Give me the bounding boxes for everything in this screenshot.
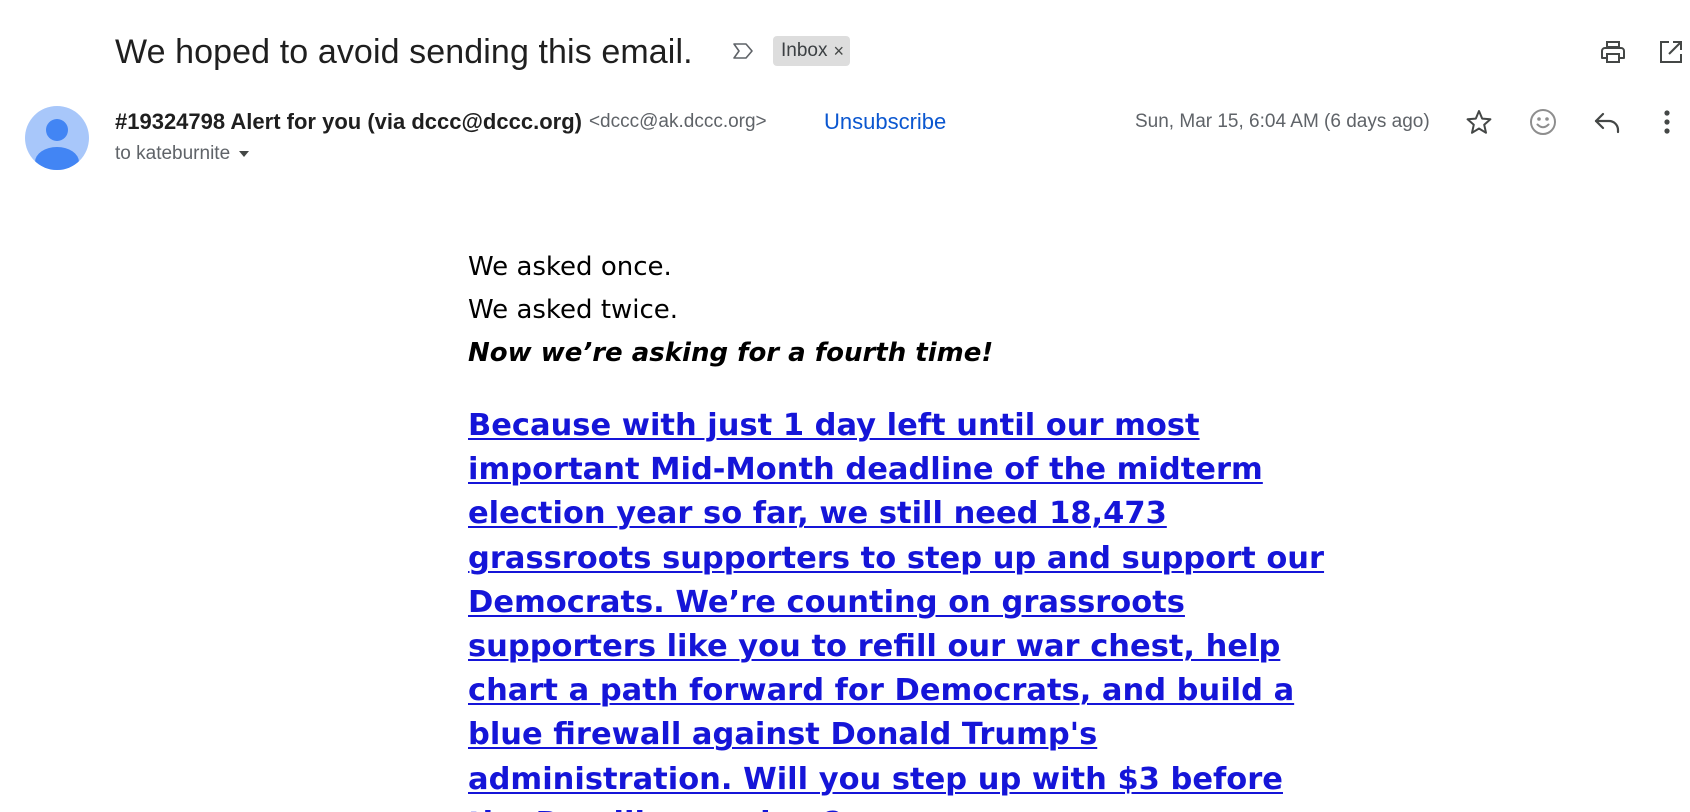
remove-label-icon[interactable]: × [833,42,844,60]
recipient-details-toggle[interactable]: to kateburnite [115,140,250,168]
print-icon[interactable] [1597,36,1629,68]
donation-cta-link[interactable]: Because with just 1 day left until our m… [468,404,1328,812]
sender-name[interactable]: #19324798 Alert for you (via dccc@dccc.o… [115,109,582,135]
star-icon[interactable] [1461,104,1497,140]
emoji-reaction-icon[interactable] [1525,104,1561,140]
default-avatar-icon [35,119,79,170]
label-chip-text: Inbox [781,40,828,61]
sender-email: <dccc@ak.dccc.org> [588,111,767,132]
inbox-label-chip[interactable]: Inbox × [773,36,850,66]
importance-marker-icon[interactable] [730,38,756,64]
reply-icon[interactable] [1589,104,1625,140]
email-date: Sun, Mar 15, 6:04 AM (6 days ago) [1135,111,1430,132]
email-body: We asked once. We asked twice. Now we’re… [468,246,1348,812]
body-line-2: We asked twice. [468,295,679,325]
caret-down-icon [239,151,250,157]
sender-avatar[interactable] [25,106,89,170]
more-vert-icon[interactable] [1649,104,1685,140]
email-subject: We hoped to avoid sending this email. [115,33,693,71]
recipient-text: to kateburnite [115,143,231,164]
sender-info: #19324798 Alert for you (via dccc@dccc.o… [115,106,767,138]
open-in-new-window-icon[interactable] [1655,36,1687,68]
unsubscribe-link[interactable]: Unsubscribe [824,106,946,138]
email-view: We hoped to avoid sending this email. In… [0,0,1690,812]
body-line-3: Now we’re asking for a fourth time! [468,338,994,368]
body-line-1: We asked once. [468,252,672,282]
